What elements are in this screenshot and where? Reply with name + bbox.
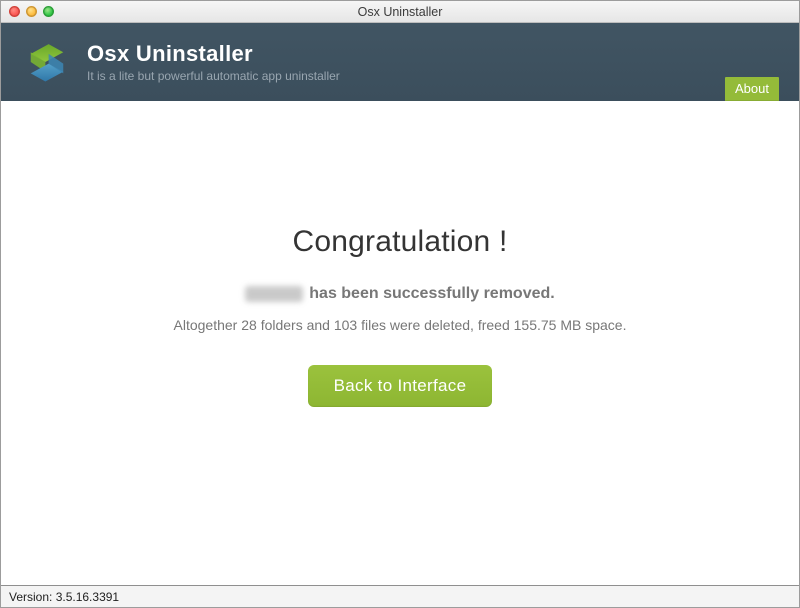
stats-line: Altogether 28 folders and 103 files were… bbox=[174, 317, 627, 333]
close-window-button[interactable] bbox=[9, 6, 20, 17]
title-bar: Osx Uninstaller bbox=[1, 1, 799, 23]
removed-suffix: has been successfully removed. bbox=[309, 285, 554, 303]
window-frame: Osx Uninstaller bbox=[0, 0, 800, 608]
minimize-window-button[interactable] bbox=[26, 6, 37, 17]
back-to-interface-button[interactable]: Back to Interface bbox=[308, 365, 493, 407]
main-content: Congratulation ! has been successfully r… bbox=[1, 101, 799, 585]
app-logo-icon bbox=[21, 36, 73, 88]
about-button[interactable]: About bbox=[725, 77, 779, 101]
removed-app-name-redacted bbox=[245, 286, 303, 302]
traffic-lights bbox=[9, 6, 54, 17]
app-title: Osx Uninstaller bbox=[87, 41, 340, 67]
app-header: Osx Uninstaller It is a lite but powerfu… bbox=[1, 23, 799, 101]
window-title: Osx Uninstaller bbox=[1, 5, 799, 19]
version-label: Version: 3.5.16.3391 bbox=[9, 590, 119, 604]
congratulation-heading: Congratulation ! bbox=[292, 225, 507, 259]
status-bar: Version: 3.5.16.3391 bbox=[1, 585, 799, 607]
header-text: Osx Uninstaller It is a lite but powerfu… bbox=[87, 41, 340, 83]
removed-line: has been successfully removed. bbox=[245, 285, 554, 303]
zoom-window-button[interactable] bbox=[43, 6, 54, 17]
app-subtitle: It is a lite but powerful automatic app … bbox=[87, 69, 340, 83]
